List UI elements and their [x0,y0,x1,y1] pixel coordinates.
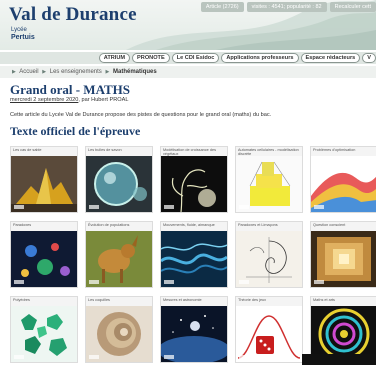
optimization-surface-image [311,156,376,212]
plant-growth-image [161,156,227,212]
stats-bar: Article (2726) visites : 4541; popularit… [200,2,376,12]
nav-more-button[interactable]: V [362,53,376,63]
card-caption: Mouvements, fluide, aimanque [163,223,215,227]
seashell-image [86,306,152,362]
gallery-card[interactable]: Paradoxes et Limaçons [235,221,303,288]
card-caption: Théorie des jeux [238,298,267,302]
site-subtitle-city: Pertuis [11,34,35,41]
paradoxes-image [11,231,77,287]
card-caption: Automates cellulaires - modélisation dis… [238,148,299,156]
article-count-badge: Article (2726) [200,2,244,12]
breadcrumb-home-link[interactable]: Accueil [19,69,38,75]
card-icons [164,355,174,359]
gallery-card[interactable]: Les bulles de savon [85,146,153,213]
card-caption: Modélisation de croissance des végétaux [163,148,216,156]
author-prefix: , par [78,97,92,103]
card-icons [14,205,24,209]
breadcrumb: ▶ Accueil ▶ Les enseignements ▶ Mathémat… [0,66,376,78]
breadcrumb-arrow-icon: ▶ [42,69,47,75]
section-title: Texte officiel de l'épreuve [10,124,141,138]
page-title: Grand oral - MATHS [10,82,131,97]
site-title[interactable]: Val de Durance [9,4,137,26]
sand-pile-image [11,156,77,212]
topic-gallery: Les cas de sable Les bulles de savon Mod… [10,146,376,365]
concentric-tunnel-image [311,231,376,287]
article-date: mercredi 2 septembre 2020 [10,97,79,103]
nav-editors-button[interactable]: Espace rédacteurs [300,53,361,63]
breadcrumb-arrow-icon: ▶ [105,69,110,75]
site-subtitle-lycee: Lycée [11,27,27,33]
article-intro: Cette article du Lycée Val de Durance pr… [10,112,272,118]
card-caption: Paradoxes [13,223,32,227]
gallery-card[interactable]: Modélisation de croissance des végétaux [160,146,228,213]
card-icons [239,205,249,209]
breadcrumb-current: Mathématiques [113,69,157,75]
nav-atrium-button[interactable]: ATRIUM [98,53,131,63]
gallery-card[interactable]: Polyèdres [10,296,78,363]
population-evolution-image [86,231,152,287]
article-meta: mercredi 2 septembre 2020, par Hubert PR… [10,97,128,103]
card-caption: Évolution de populations [88,223,130,227]
card-caption: Maths et arts [313,298,335,302]
gallery-card[interactable]: Paradoxes [10,221,78,288]
breadcrumb-arrow-icon: ▶ [12,69,16,75]
limacon-sketch-image [236,231,302,287]
card-icons [89,205,99,209]
card-icons [89,355,99,359]
card-icons [239,355,249,359]
soap-bubble-image [86,156,152,212]
gallery-card[interactable]: Automates cellulaires - modélisation dis… [235,146,303,213]
card-caption: Problèmes d'optimisation [313,148,356,152]
gallery-card[interactable]: Évolution de populations [85,221,153,288]
card-icons [14,280,24,284]
card-caption: Question conscient [313,223,346,227]
breadcrumb-section-link[interactable]: Les enseignements [50,69,102,75]
card-icons [164,205,174,209]
card-caption: Les coquilles [88,298,110,302]
card-caption: Paradoxes et Limaçons [238,223,278,227]
card-caption: Polyèdres [13,298,30,302]
overlay-bar [302,354,376,365]
polyhedra-image [11,306,77,362]
recalculate-button[interactable]: Recalculer cett [329,2,376,12]
card-caption: Les bulles de savon [88,148,122,152]
card-icons [314,280,324,284]
gallery-card[interactable]: Théorie des jeux [235,296,303,363]
gallery-card[interactable]: Maths et arts [310,296,376,363]
fluid-motion-image [161,231,227,287]
card-caption: Les cas de sable [13,148,42,152]
main-nav: ATRIUM PRONOTE Le CDI Esidoc Application… [0,52,376,64]
game-theory-dice-image [236,306,302,362]
card-icons [89,280,99,284]
card-icons [314,205,324,209]
gallery-card[interactable]: Problèmes d'optimisation [310,146,376,213]
astronomy-image [161,306,227,362]
author-link[interactable]: Hubert PROAL [91,97,128,103]
nav-pronote-button[interactable]: PRONOTE [132,53,170,63]
card-caption: Mesures et astronomie [163,298,202,302]
card-icons [14,355,24,359]
card-icons [239,280,249,284]
nav-apps-button[interactable]: Applications professeurs [221,53,299,63]
card-icons [164,280,174,284]
gallery-card[interactable]: Mouvements, fluide, aimanque [160,221,228,288]
nav-cdi-button[interactable]: Le CDI Esidoc [171,53,220,63]
gallery-card[interactable]: Mesures et astronomie [160,296,228,363]
gallery-card[interactable]: Les cas de sable [10,146,78,213]
gallery-card[interactable]: Les coquilles [85,296,153,363]
gallery-card[interactable]: Question conscient [310,221,376,288]
cellular-automaton-image [236,156,302,212]
visits-badge: visites : 4541; popularité : 82 [246,2,327,12]
